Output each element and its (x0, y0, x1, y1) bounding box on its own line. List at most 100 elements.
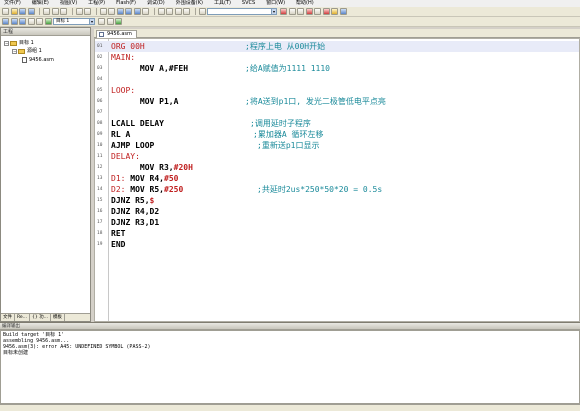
menu-item[interactable]: Flash(F) (116, 0, 136, 7)
code-line[interactable]: 03 MOV A,#FEH ;给A赋值为1111 1110 (95, 63, 579, 74)
tree-item-target[interactable]: − 目标 1 (4, 40, 34, 46)
code-line[interactable]: 15 DJNZ R5, $ (95, 195, 579, 206)
menu-item[interactable]: 视图(V) (60, 0, 77, 7)
save-all-icon[interactable] (27, 8, 35, 15)
comment-icon[interactable] (174, 8, 182, 15)
prev-bookmark-icon[interactable] (125, 8, 132, 15)
toolbar-separator (153, 8, 155, 15)
code-line[interactable]: 01 ORG 00H ;程序上电 从00H开始 (95, 41, 579, 52)
target-select[interactable]: 目标 1 ▾ (53, 18, 95, 25)
save-icon[interactable] (19, 8, 26, 15)
new-file-icon[interactable] (2, 8, 9, 15)
code-line[interactable]: 14 D2: MOV R5, #250 ;共延时2us*250*50*20 = 0.5… (95, 184, 579, 195)
code-label: D2: (111, 185, 126, 194)
debug-start-icon[interactable] (297, 8, 304, 15)
clear-bookmarks-icon[interactable] (142, 8, 149, 15)
indent-icon[interactable] (157, 8, 165, 15)
code-line[interactable]: 17 DJNZ R3,D1 (95, 217, 579, 228)
code-line[interactable]: 16 DJNZ R4,D2 (95, 206, 579, 217)
code-label: 00H (130, 42, 145, 51)
code-line[interactable]: 18 RET (95, 228, 579, 239)
code-line[interactable]: 04 (95, 74, 579, 85)
code-literal: $ (149, 196, 155, 205)
undo-icon[interactable] (75, 8, 83, 15)
editor-tab-bar: 9456.asm (94, 29, 580, 38)
code-line[interactable]: 19 END (95, 239, 579, 250)
translate-icon[interactable] (2, 18, 9, 25)
batch-build-icon[interactable] (27, 18, 35, 25)
incremental-find-icon[interactable] (288, 8, 296, 15)
breakpoint-icon[interactable] (305, 8, 313, 15)
expand-icon[interactable]: − (12, 48, 17, 54)
code-line[interactable]: 02 MAIN: (95, 52, 579, 63)
nav-back-icon[interactable] (99, 8, 107, 15)
code-line[interactable]: 06 MOV P1,A ;将A送到p1口, 发光二极管低电平点亮 (95, 96, 579, 107)
menu-item[interactable]: 工具(T) (214, 0, 231, 7)
code-line[interactable]: 08 LCALL DELAY ;调用延时子程序 (95, 118, 579, 129)
tab-functions[interactable]: {} 功... (30, 314, 51, 321)
line-number: 15 (97, 198, 103, 203)
bookmark-icon[interactable] (116, 8, 124, 15)
editor-tab-file[interactable]: 9456.asm (96, 30, 137, 38)
nav-forward-icon[interactable] (108, 8, 115, 15)
open-file-icon[interactable] (10, 8, 18, 15)
menu-item[interactable]: 文件(F) (4, 0, 21, 7)
code-line[interactable]: 11 DELAY: (95, 151, 579, 162)
breakpoint-kill-icon[interactable] (322, 8, 330, 15)
paste-icon[interactable] (60, 8, 67, 15)
build-icon[interactable] (10, 18, 18, 25)
tree-item-group[interactable]: − 源组 1 (12, 48, 42, 54)
next-bookmark-icon[interactable] (133, 8, 141, 15)
code-text: AJMP LOOP (111, 141, 155, 150)
code-label: ORG (111, 42, 131, 51)
menu-item[interactable]: 工程(P) (88, 0, 105, 7)
copy-icon[interactable] (51, 8, 59, 15)
target-options-icon[interactable] (98, 18, 105, 25)
code-text: DJNZ R4,D2 (111, 207, 160, 216)
code-text: RET (111, 229, 126, 238)
stop-build-icon[interactable] (36, 18, 43, 25)
code-comment: ;重新送p1口显示 (257, 141, 320, 150)
code-label: MAIN: (111, 53, 136, 62)
output-line: 目标未创建 (3, 350, 29, 356)
cut-icon[interactable] (43, 8, 50, 15)
code-text: MOV R4, (125, 174, 164, 183)
toolbar-separator (71, 8, 73, 15)
code-line[interactable]: 09 RL A ;累加器A 循环左移 (95, 129, 579, 140)
code-comment: ;将A送到p1口, 发光二极管低电平点亮 (245, 97, 386, 106)
code-line[interactable]: 07 (95, 107, 579, 118)
menu-item[interactable]: 窗口(W) (266, 0, 285, 7)
menu-item[interactable]: 调试(D) (147, 0, 165, 7)
find-in-files-icon[interactable] (198, 8, 206, 15)
menu-item[interactable]: SVCS (242, 0, 255, 7)
code-line[interactable]: 13 D1: MOV R4, #50 (95, 173, 579, 184)
code-label: D1: (111, 174, 126, 183)
find-combo[interactable]: ▾ (207, 8, 277, 15)
manage-components-icon[interactable] (115, 18, 122, 25)
file-extensions-icon[interactable] (106, 18, 114, 25)
menu-item[interactable]: 外围设备(K) (176, 0, 203, 7)
redo-icon[interactable] (84, 8, 91, 15)
uncomment-icon[interactable] (183, 8, 190, 15)
tree-item-file[interactable]: 9456.asm (22, 57, 54, 63)
line-number: 19 (97, 242, 103, 247)
unindent-icon[interactable] (166, 8, 173, 15)
find-icon[interactable] (280, 8, 287, 15)
line-number: 16 (97, 209, 103, 214)
rebuild-icon[interactable] (19, 18, 26, 25)
config-icon[interactable] (339, 8, 347, 15)
tab-files[interactable]: 文件 (1, 314, 15, 321)
window-icon[interactable] (331, 8, 338, 15)
menu-item[interactable]: 编辑(E) (32, 0, 49, 7)
breakpoint-disable-icon[interactable] (314, 8, 321, 15)
code-line[interactable]: 05 LOOP: (95, 85, 579, 96)
expand-icon[interactable]: − (4, 40, 9, 46)
tab-registers[interactable]: Re... (15, 314, 30, 321)
download-icon[interactable] (44, 18, 52, 25)
line-number: 06 (97, 99, 103, 104)
tab-templates[interactable]: 模板 (51, 314, 65, 321)
code-editor[interactable]: 01 ORG 00H ;程序上电 从00H开始 02 MAIN: 03 MOV A,#FE… (94, 38, 580, 322)
code-line[interactable]: 12 MOV R3, #20H (95, 162, 579, 173)
code-line[interactable]: 10 AJMP LOOP ;重新送p1口显示 (95, 140, 579, 151)
menu-item[interactable]: 帮助(H) (296, 0, 314, 7)
